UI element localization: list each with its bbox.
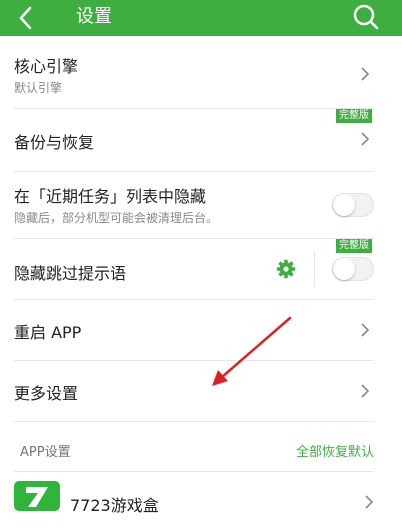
backup-restore-label: 备份与恢复 [14, 133, 95, 152]
gear-icon[interactable] [276, 259, 296, 279]
hide-recent-tasks-toggle[interactable] [332, 193, 374, 217]
chevron-right-icon [365, 495, 374, 509]
toggle-knob [333, 194, 355, 216]
vertical-divider [314, 251, 315, 287]
chevron-right-icon [361, 67, 370, 81]
hide-recent-tasks-description: 隐藏后，部分机型可能会被清理后台。 [14, 211, 219, 225]
chevron-right-icon [361, 132, 370, 146]
restart-app-label: 重启 APP [14, 323, 82, 342]
app-7723-logo-icon [14, 481, 60, 511]
reset-all-defaults-link[interactable]: 全部恢复默认 [296, 441, 374, 460]
chevron-right-icon [361, 384, 370, 398]
app-settings-section-header: APP设置 全部恢复默认 [20, 441, 374, 461]
search-icon[interactable] [352, 3, 380, 31]
setting-row-hide-recent-tasks: 在「近期任务」列表中隐藏 隐藏后，部分机型可能会被清理后台。 [14, 172, 374, 239]
setting-row-restart-app[interactable]: 重启 APP [14, 300, 374, 361]
back-arrow-icon[interactable] [16, 6, 36, 30]
app-name: 7723游戏盒 [70, 496, 159, 515]
core-engine-value: 默认引擎 [14, 81, 63, 95]
setting-row-more-settings[interactable]: 更多设置 [14, 361, 374, 422]
core-engine-label: 核心引擎 [14, 57, 79, 76]
more-settings-label: 更多设置 [14, 384, 79, 403]
page-title: 设置 [76, 6, 112, 27]
setting-row-backup-restore[interactable]: 备份与恢复 完整版 [14, 109, 374, 172]
full-version-badge: 完整版 [336, 109, 372, 123]
app-list-item[interactable] [14, 472, 374, 532]
app-header: 设置 [0, 0, 402, 36]
app-settings-section-label: APP设置 [20, 445, 71, 460]
hide-skip-tips-toggle[interactable] [332, 257, 374, 281]
toggle-knob [333, 258, 355, 280]
hide-skip-tips-label: 隐藏跳过提示语 [14, 264, 127, 283]
hide-recent-tasks-label: 在「近期任务」列表中隐藏 [14, 187, 207, 206]
full-version-badge: 完整版 [336, 239, 372, 253]
setting-row-hide-skip-tips: 隐藏跳过提示语 完整版 [14, 239, 374, 300]
setting-row-core-engine[interactable]: 核心引擎 默认引擎 [14, 36, 374, 109]
chevron-right-icon [361, 323, 370, 337]
